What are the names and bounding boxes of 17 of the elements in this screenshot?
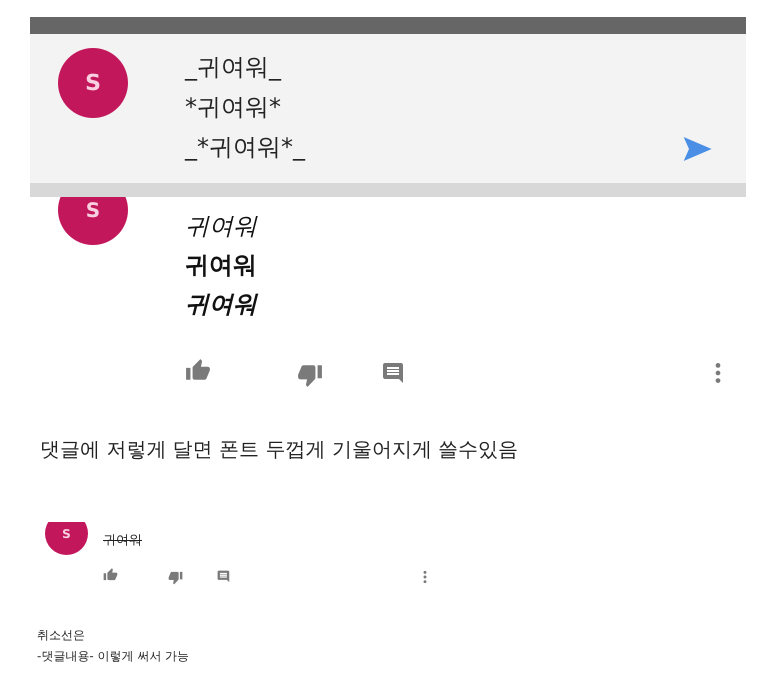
- avatar: S: [58, 48, 128, 118]
- thumbs-up-icon[interactable]: [185, 357, 211, 383]
- comment-text: 귀여워: [185, 289, 260, 320]
- caption-text: 취소선은: [37, 627, 86, 644]
- caption-text: 댓글에 저렇게 달면 폰트 두껍게 기울어지게 쓸수있음: [40, 436, 520, 463]
- avatar: S: [58, 197, 128, 245]
- comment-input-line[interactable]: *귀여워*: [185, 92, 678, 122]
- comment-text: 귀여워: [185, 211, 259, 242]
- comment-text: 귀여워: [103, 532, 143, 550]
- comment-input-line[interactable]: _귀여워_: [185, 52, 678, 82]
- thumbs-down-icon[interactable]: [168, 570, 183, 585]
- avatar: S: [45, 522, 88, 555]
- comment-text: 귀여워: [185, 250, 258, 281]
- thumbs-up-icon[interactable]: [103, 567, 118, 582]
- comment-input-line[interactable]: _*귀여워*_: [185, 132, 678, 162]
- caption-text: -댓글내용- 이렇게 써서 가능: [37, 648, 190, 665]
- reply-icon[interactable]: [217, 570, 231, 584]
